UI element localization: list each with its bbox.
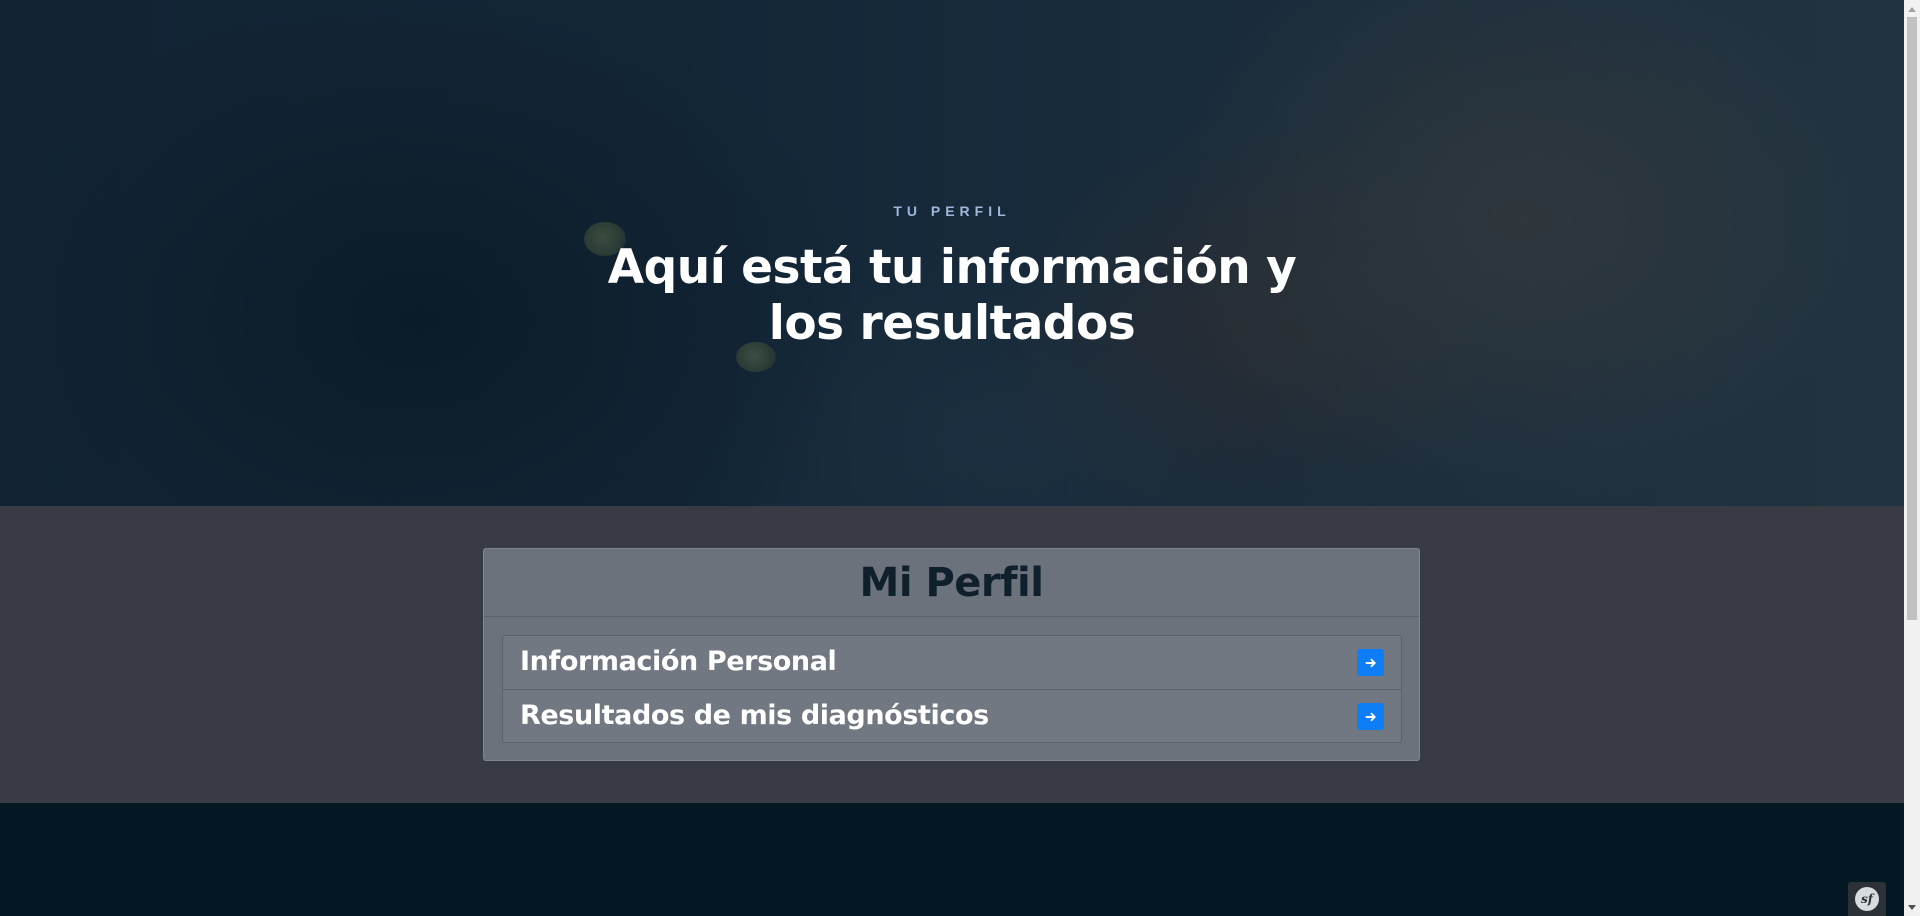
symfony-logo-icon: sf <box>1855 887 1879 911</box>
scroll-down-arrow-icon[interactable] <box>1904 899 1920 916</box>
profile-list: Información Personal Resultados de mis d… <box>502 635 1402 743</box>
profile-card: Mi Perfil Información Personal Resultado… <box>483 548 1420 761</box>
profile-section: Mi Perfil Información Personal Resultado… <box>0 506 1904 803</box>
profile-item-diagnostic-results[interactable]: Resultados de mis diagnósticos <box>503 689 1401 742</box>
hero-title: Aquí está tu información y los resultado… <box>607 240 1297 351</box>
personal-info-arrow-button[interactable] <box>1357 649 1384 676</box>
hero-section: TU PERFIL Aquí está tu información y los… <box>0 0 1904 506</box>
diagnostic-results-arrow-button[interactable] <box>1357 703 1384 730</box>
scroll-up-arrow-icon[interactable] <box>1904 0 1920 17</box>
symfony-debug-toolbar-toggle[interactable]: sf <box>1848 882 1886 916</box>
hero-kicker: TU PERFIL <box>893 203 1011 219</box>
page: TU PERFIL Aquí está tu información y los… <box>0 0 1920 916</box>
profile-card-title: Mi Perfil <box>859 560 1044 606</box>
footer: sf <box>0 803 1904 916</box>
vertical-scrollbar[interactable] <box>1904 0 1920 916</box>
profile-card-header: Mi Perfil <box>484 549 1419 617</box>
profile-item-personal-info[interactable]: Información Personal <box>503 636 1401 689</box>
profile-item-label: Información Personal <box>520 646 837 677</box>
hero-content: TU PERFIL Aquí está tu información y los… <box>0 0 1904 506</box>
arrow-right-icon <box>1365 658 1376 667</box>
scrollbar-thumb[interactable] <box>1907 17 1917 620</box>
profile-item-label: Resultados de mis diagnósticos <box>520 700 989 731</box>
arrow-right-icon <box>1365 712 1376 721</box>
